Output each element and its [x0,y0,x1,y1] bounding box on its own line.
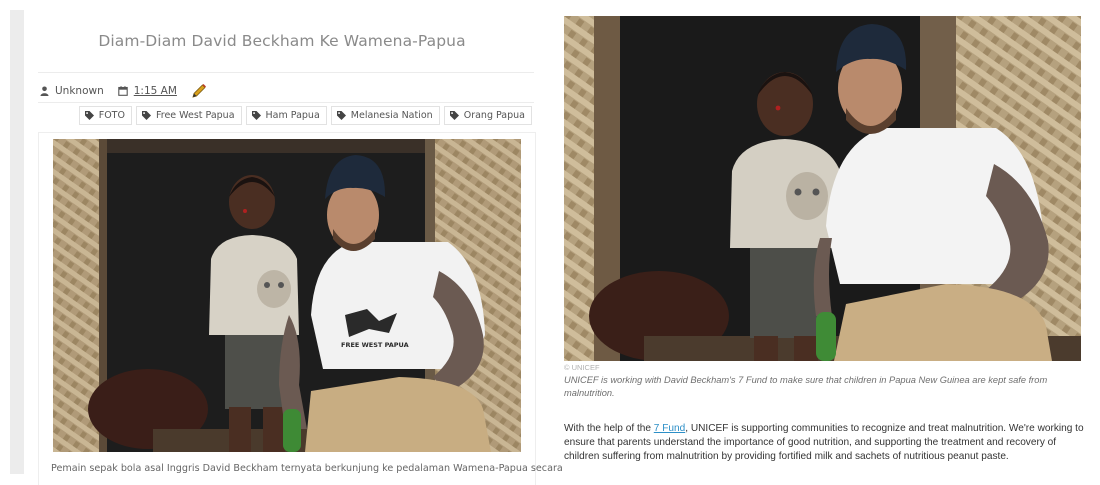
tag-icon [141,111,151,120]
tag-label: Orang Papua [463,110,525,121]
tag-icon [251,111,261,120]
tag-label: FOTO [98,110,125,121]
tag-foto[interactable]: FOTO [78,106,132,125]
post-title[interactable]: Diam-Diam David Beckham Ke Wamena-Papua [24,32,540,50]
tag-ham-papua[interactable]: Ham Papua [245,106,327,125]
tag-orang-papua[interactable]: Orang Papua [443,106,532,125]
blog-post: Diam-Diam David Beckham Ke Wamena-Papua … [24,10,563,485]
tag-list: FOTO Free West Papua Ham Papua Melanesia… [78,106,532,125]
tag-label: Melanesia Nation [350,110,433,121]
seven-fund-link[interactable]: 7 Fund [654,423,685,434]
tag-free-west-papua[interactable]: Free West Papua [135,106,242,125]
unicef-photo[interactable] [564,16,1081,361]
tag-icon [336,111,346,120]
shirt-print: FREE WEST PAPUA [341,341,409,349]
left-gutter [10,10,24,474]
paragraph-text: With the help of the [564,423,654,434]
tag-icon [84,111,94,120]
post-photo[interactable]: FREE WEST PAPUA [53,139,521,452]
pencil-icon[interactable] [191,83,207,99]
article-paragraph: With the help of the 7 Fund, UNICEF is s… [564,422,1089,465]
photo-credit: © UNICEF [564,363,600,372]
tag-label: Ham Papua [265,110,320,121]
tag-icon [449,111,459,120]
post-excerpt: Pemain sepak bola asal Inggris David Bec… [51,463,563,474]
user-icon [40,86,49,96]
post-time[interactable]: 1:15 AM [134,85,177,97]
post-author[interactable]: Unknown [55,85,104,97]
tag-melanesia-nation[interactable]: Melanesia Nation [330,106,440,125]
post-meta: Unknown 1:15 AM [40,82,207,100]
divider [38,72,534,73]
post-card: FREE WEST PAPUA Pemain sepak bola asal I… [38,132,563,485]
photo-caption: UNICEF is working with David Beckham's 7… [564,375,1048,398]
calendar-icon [118,86,128,96]
tag-label: Free West Papua [155,110,235,121]
divider [38,102,534,103]
